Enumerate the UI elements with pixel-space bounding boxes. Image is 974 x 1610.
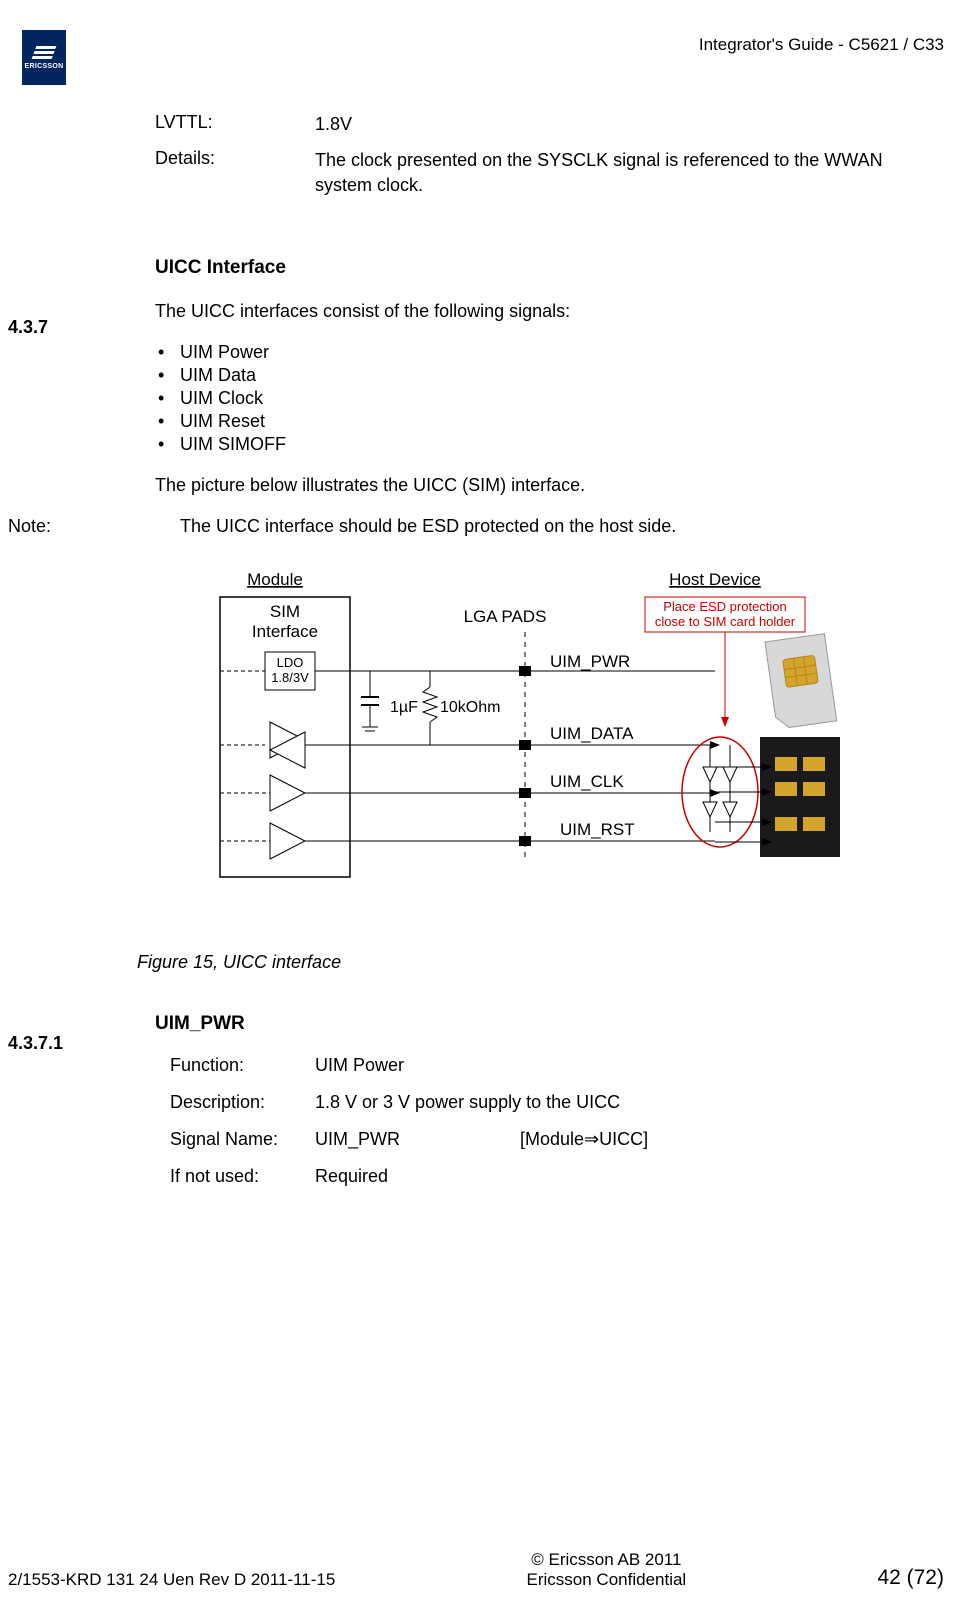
uicc-diagram: Module Host Device SIM Interface LDO 1.8…	[155, 567, 944, 912]
sim-if-label-1: SIM	[270, 602, 300, 621]
details-value: The clock presented on the SYSCLK signal…	[315, 148, 944, 197]
signal-list: UIM Power UIM Data UIM Clock UIM Reset U…	[180, 342, 944, 455]
signal-value: UIM_PWR [Module⇒UICC]	[315, 1129, 944, 1150]
sig-rst-label: UIM_RST	[560, 820, 635, 839]
function-value: UIM Power	[315, 1055, 944, 1076]
cap-label: 1µF	[390, 699, 418, 716]
subsection-title: UIM_PWR	[155, 1013, 944, 1035]
list-item: UIM Data	[180, 365, 944, 386]
signal-label: Signal Name:	[170, 1129, 315, 1150]
list-item: UIM Power	[180, 342, 944, 363]
sig-pwr-label: UIM_PWR	[550, 652, 630, 671]
ericsson-logo: ERICSSON	[22, 30, 66, 85]
description-row: Description: 1.8 V or 3 V power supply t…	[170, 1092, 944, 1113]
module-label: Module	[247, 570, 303, 589]
page-content: LVTTL: 1.8V Details: The clock presented…	[0, 112, 944, 1203]
signal-row: Signal Name: UIM_PWR [Module⇒UICC]	[170, 1129, 944, 1150]
details-label: Details:	[155, 148, 315, 197]
lvttl-row: LVTTL: 1.8V	[155, 112, 944, 136]
details-row: Details: The clock presented on the SYSC…	[155, 148, 944, 197]
ifnot-row: If not used: Required	[170, 1166, 944, 1187]
section-number: 4.3.7	[8, 317, 48, 338]
ldo-label-1: LDO	[277, 655, 304, 670]
list-item: UIM SIMOFF	[180, 434, 944, 455]
note-row: Note: The UICC interface should be ESD p…	[0, 516, 944, 537]
function-row: Function: UIM Power	[170, 1055, 944, 1076]
section-title: UICC Interface	[155, 257, 944, 279]
res-label: 10kOhm	[440, 699, 500, 716]
list-item: UIM Reset	[180, 411, 944, 432]
sig-data-label: UIM_DATA	[550, 724, 634, 743]
note-label: Note:	[0, 516, 155, 537]
description-label: Description:	[170, 1092, 315, 1113]
lga-label: LGA PADS	[464, 607, 547, 626]
ifnot-label: If not used:	[170, 1166, 315, 1187]
function-label: Function:	[170, 1055, 315, 1076]
lvttl-value: 1.8V	[315, 112, 944, 136]
sig-clk-label: UIM_CLK	[550, 772, 624, 791]
page-footer: 2/1553-KRD 131 24 Uen Rev D 2011-11-15 ©…	[0, 1550, 974, 1590]
esd-label-2: close to SIM card holder	[655, 614, 796, 629]
subsection-number: 4.3.7.1	[8, 1033, 63, 1054]
section-intro: The UICC interfaces consist of the follo…	[155, 299, 944, 324]
lvttl-label: LVTTL:	[155, 112, 315, 136]
host-label: Host Device	[669, 570, 761, 589]
description-value: 1.8 V or 3 V power supply to the UICC	[315, 1092, 944, 1113]
list-item: UIM Clock	[180, 388, 944, 409]
figure-caption: Figure 15, UICC interface	[137, 952, 944, 973]
footer-page-number: 42 (72)	[877, 1566, 944, 1590]
footer-center: © Ericsson AB 2011 Ericsson Confidential	[527, 1550, 687, 1590]
ldo-label-2: 1.8/3V	[271, 670, 309, 685]
esd-label-1: Place ESD protection	[663, 599, 787, 614]
section-post: The picture below illustrates the UICC (…	[155, 473, 944, 498]
sim-if-label-2: Interface	[252, 622, 318, 641]
note-text: The UICC interface should be ESD protect…	[155, 516, 944, 537]
doc-title: Integrator's Guide - C5621 / C33	[699, 35, 944, 55]
footer-left: 2/1553-KRD 131 24 Uen Rev D 2011-11-15	[8, 1570, 335, 1590]
ifnot-value: Required	[315, 1166, 944, 1187]
